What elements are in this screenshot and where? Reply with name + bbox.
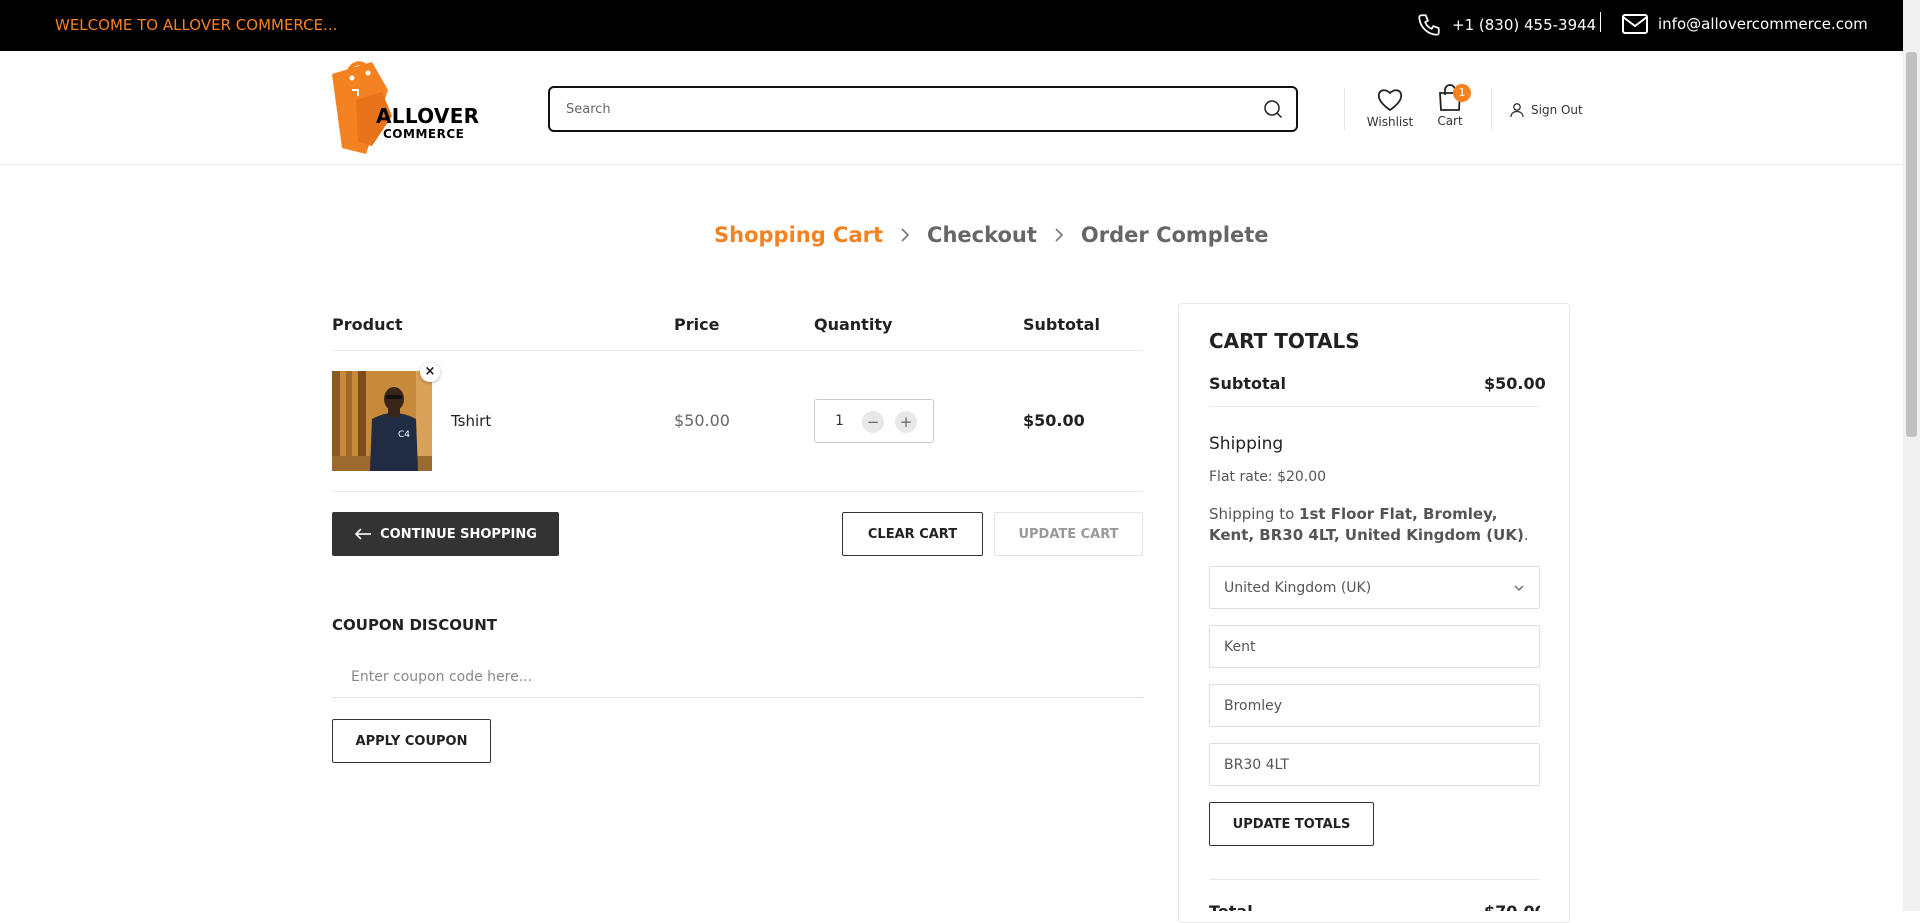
phone-number[interactable]: +1 (830) 455-3944 (1452, 16, 1596, 34)
city-field[interactable]: Bromley (1209, 684, 1540, 727)
county-field[interactable]: Kent (1209, 625, 1540, 668)
totals-divider (1209, 406, 1540, 407)
flat-rate: Flat rate: $20.00 (1209, 469, 1327, 485)
update-cart-button[interactable]: UPDATE CART (994, 512, 1143, 556)
user-icon (1510, 103, 1524, 118)
totals-subtotal-label: Subtotal (1209, 374, 1286, 393)
shipping-to-suffix: . (1523, 526, 1529, 544)
shipping-address-text: Shipping to 1st Floor Flat, Bromley, Ken… (1209, 504, 1539, 546)
continue-shopping-label: CONTINUE SHOPPING (380, 526, 537, 542)
country-select[interactable]: United Kingdom (UK) (1209, 566, 1540, 609)
totals-subtotal-value: $50.00 (1484, 374, 1546, 393)
top-bar: WELCOME TO ALLOVER COMMERCE... +1 (830) … (0, 0, 1903, 51)
total-label: Total (1209, 902, 1253, 911)
sign-out-link[interactable]: Sign Out (1509, 100, 1583, 120)
sign-out-label: Sign Out (1531, 103, 1583, 117)
coupon-code-input[interactable] (332, 656, 1143, 698)
scrollbar-thumb[interactable] (1906, 52, 1917, 437)
postcode-value: BR30 4LT (1224, 756, 1289, 773)
phone-icon (1418, 14, 1440, 36)
header-divider (1491, 88, 1492, 130)
county-value: Kent (1224, 638, 1256, 655)
mail-icon (1622, 14, 1648, 34)
shipping-label: Shipping (1209, 434, 1284, 454)
chevron-right-icon (1055, 228, 1064, 242)
cart-totals-title: CART TOTALS (1209, 329, 1360, 353)
quantity-input[interactable]: 1 (835, 413, 844, 429)
product-name[interactable]: Tshirt (451, 412, 491, 430)
chevron-right-icon (901, 228, 910, 242)
clear-cart-button[interactable]: CLEAR CART (842, 512, 983, 556)
table-divider (332, 350, 1143, 351)
checkout-steps: Shopping Cart Checkout Order Complete (714, 220, 1269, 250)
logo-text-commerce: COMMERCE (383, 127, 465, 141)
country-value: United Kingdom (UK) (1224, 579, 1372, 596)
header-divider (1344, 88, 1345, 130)
header-subtotal: Subtotal (1023, 315, 1100, 334)
email-address[interactable]: info@allovercommerce.com (1658, 15, 1868, 33)
cart-label: Cart (1437, 114, 1463, 128)
product-price: $50.00 (674, 411, 730, 430)
search-box (548, 86, 1298, 132)
arrow-left-icon (354, 528, 372, 540)
totals-divider (1209, 879, 1540, 880)
step-shopping-cart: Shopping Cart (714, 223, 884, 247)
heart-icon (1377, 89, 1403, 112)
update-totals-button[interactable]: UPDATE TOTALS (1209, 802, 1374, 846)
postcode-field[interactable]: BR30 4LT (1209, 743, 1540, 786)
chevron-down-icon (1514, 585, 1524, 591)
apply-coupon-button[interactable]: APPLY COUPON (332, 719, 491, 763)
svg-text:C4: C4 (398, 430, 410, 440)
search-icon[interactable] (1263, 99, 1283, 119)
cart-count-badge: 1 (1453, 84, 1471, 102)
wishlist-label: Wishlist (1366, 115, 1414, 129)
continue-shopping-button[interactable]: CONTINUE SHOPPING (332, 512, 559, 556)
quantity-plus-button[interactable]: + (895, 411, 917, 433)
header-quantity: Quantity (814, 315, 893, 334)
header-product: Product (332, 315, 403, 334)
shipping-to-prefix: Shipping to (1209, 505, 1300, 523)
welcome-text: WELCOME TO ALLOVER COMMERCE... (55, 16, 338, 34)
logo-text-allover: ALLOVER (376, 104, 480, 128)
city-value: Bromley (1224, 697, 1283, 714)
wishlist-button[interactable]: Wishlist (1366, 87, 1414, 133)
table-divider (332, 491, 1143, 492)
product-image[interactable]: C4 (332, 371, 432, 471)
step-checkout[interactable]: Checkout (927, 223, 1037, 247)
product-subtotal: $50.00 (1023, 411, 1085, 430)
topbar-divider (1600, 12, 1601, 32)
remove-item-button[interactable]: × (420, 362, 440, 382)
cart-button[interactable]: Cart 1 (1430, 84, 1471, 134)
total-value: $70.00 (1484, 902, 1540, 911)
coupon-title: COUPON DISCOUNT (332, 616, 498, 634)
step-order-complete: Order Complete (1080, 223, 1269, 247)
quantity-minus-button[interactable]: − (862, 411, 884, 433)
search-input[interactable] (564, 98, 1244, 120)
quantity-stepper: 1 − + (814, 399, 934, 443)
header-price: Price (674, 315, 720, 334)
